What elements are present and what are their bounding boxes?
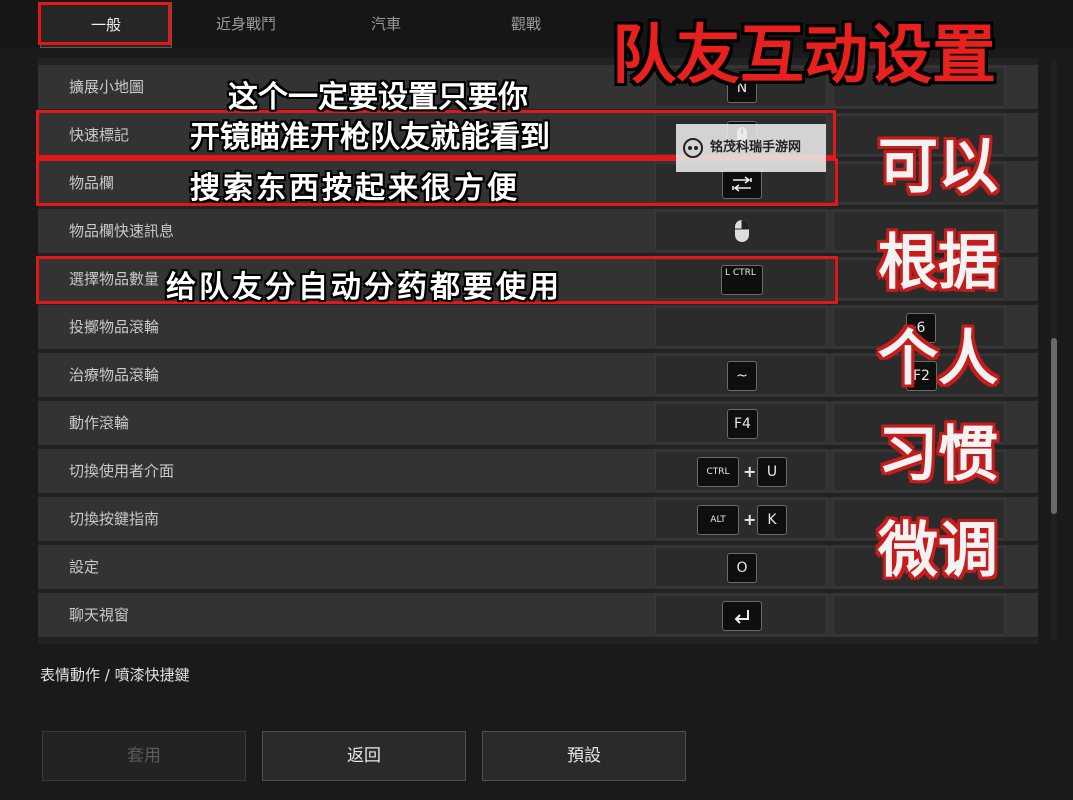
keybind-label: 物品欄 xyxy=(69,174,115,192)
tab-general[interactable]: 一般 xyxy=(40,2,172,48)
keybind-label: 設定 xyxy=(69,558,100,576)
watermark: 铭茂科瑞手游网 xyxy=(676,124,826,172)
primary-key-slot[interactable] xyxy=(655,595,827,635)
annotation-caption-4: 给队友分自动分药都要使用 xyxy=(166,270,562,305)
primary-key-slot[interactable]: L CTRL xyxy=(655,259,827,299)
primary-key-slot[interactable]: O xyxy=(655,547,827,587)
primary-key-slot[interactable] xyxy=(655,211,827,251)
key-cap: O xyxy=(727,553,757,583)
key-cap: ALT xyxy=(697,505,739,535)
scrollbar-thumb[interactable] xyxy=(1051,338,1057,514)
enter-key-icon xyxy=(722,601,762,631)
tab-melee[interactable]: 近身戰鬥 xyxy=(180,2,312,46)
plus-icon: + xyxy=(743,510,757,529)
mouse-right-icon xyxy=(727,217,757,247)
keybind-label: 治療物品滾輪 xyxy=(69,366,160,384)
tab-key-icon xyxy=(722,169,762,199)
keybind-label: 擴展小地圖 xyxy=(69,78,145,96)
primary-key-slot[interactable]: ~ xyxy=(655,355,827,395)
keybind-row-chat-window[interactable]: 聊天視窗 xyxy=(38,593,1038,637)
keybind-label: 選擇物品數量 xyxy=(69,270,160,288)
keybind-label: 快速標記 xyxy=(69,126,130,144)
back-button[interactable]: 返回 xyxy=(262,731,466,781)
primary-key-slot[interactable]: ALT + K xyxy=(655,499,827,539)
key-cap: CTRL xyxy=(697,457,739,487)
watermark-text: 铭茂科瑞手游网 xyxy=(710,140,802,155)
key-cap: ~ xyxy=(727,361,757,391)
key-cap: F4 xyxy=(727,409,758,439)
annotation-caption-1: 这个一定要设置只要你 xyxy=(228,80,528,115)
keybind-label: 聊天視窗 xyxy=(69,606,130,624)
keybind-label: 動作滾輪 xyxy=(69,414,130,432)
primary-key-slot[interactable]: F4 xyxy=(655,403,827,443)
key-cap: K xyxy=(757,505,787,535)
secondary-key-slot[interactable] xyxy=(833,595,1005,635)
primary-key-slot[interactable] xyxy=(655,307,827,347)
keybind-label: 物品欄快速訊息 xyxy=(69,222,175,240)
key-cap: U xyxy=(757,457,787,487)
section-title-emotes: 表情動作 / 噴漆快捷鍵 xyxy=(40,666,190,684)
key-cap: L CTRL xyxy=(721,265,763,295)
primary-key-slot[interactable]: CTRL + U xyxy=(655,451,827,491)
tab-spectate[interactable]: 觀戰 xyxy=(460,2,592,46)
side-annotation-line-4: 习惯 xyxy=(878,420,998,490)
side-annotation-line-5: 微调 xyxy=(878,516,998,586)
side-annotation-line-3: 个人 xyxy=(878,324,998,394)
keybind-label: 投擲物品滾輪 xyxy=(69,318,160,336)
keybind-label: 切換使用者介面 xyxy=(69,462,175,480)
side-annotation-line-1: 可以 xyxy=(878,132,998,202)
watermark-logo-icon xyxy=(683,138,703,158)
plus-icon: + xyxy=(743,462,757,481)
annotation-caption-2: 开镜瞄准开枪队友就能看到 xyxy=(190,120,550,155)
annotation-caption-3: 搜索东西按起来很方便 xyxy=(190,171,520,206)
side-annotation-line-2: 根据 xyxy=(878,228,998,298)
overlay-title: 队友互动设置 xyxy=(612,19,996,93)
default-button[interactable]: 預設 xyxy=(482,731,686,781)
tab-vehicle[interactable]: 汽車 xyxy=(320,2,452,46)
apply-button[interactable]: 套用 xyxy=(42,731,246,781)
keybind-label: 切換按鍵指南 xyxy=(69,510,160,528)
